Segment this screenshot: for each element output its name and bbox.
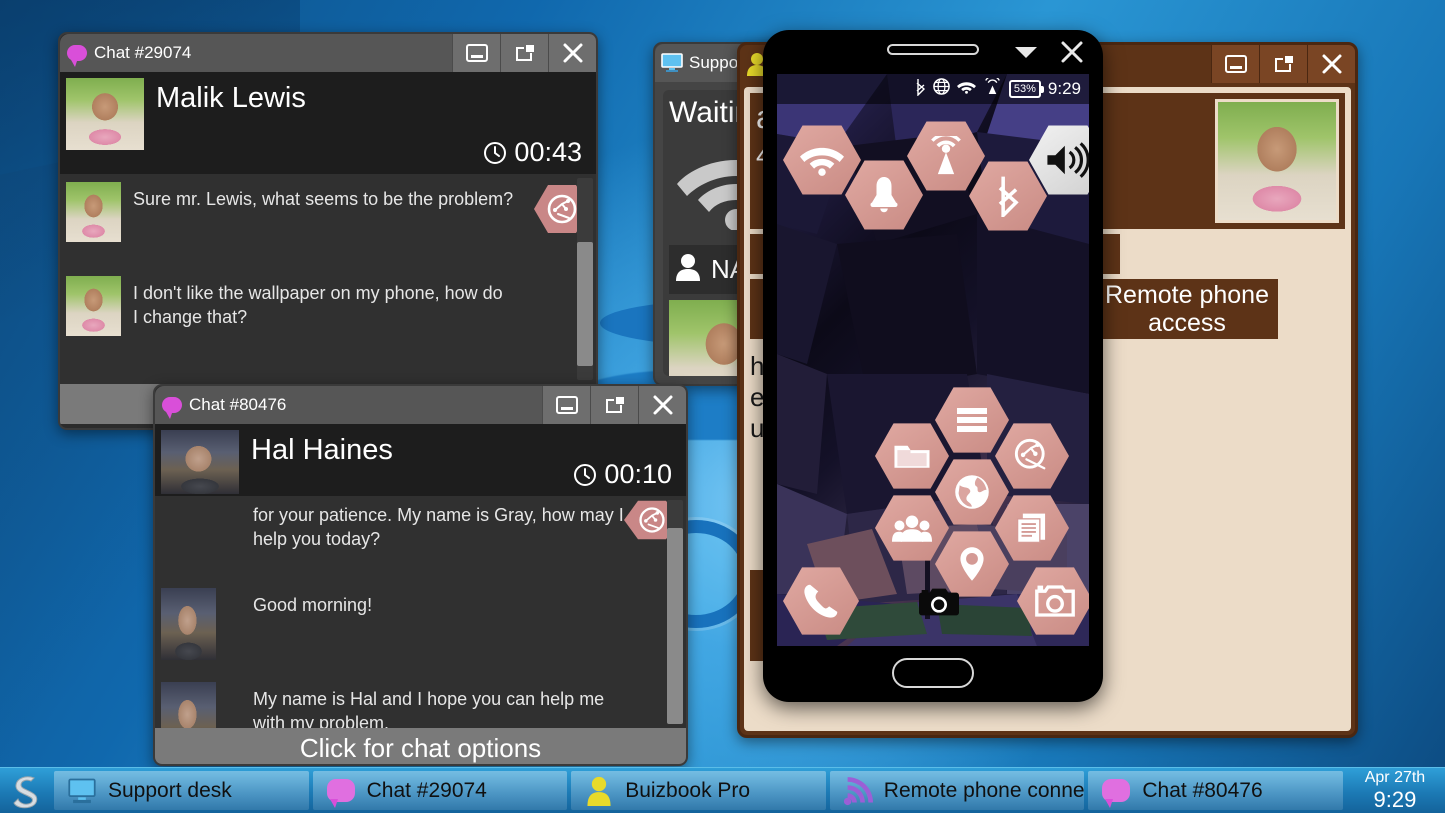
- taskbar-clock[interactable]: Apr 27th 9:29: [1345, 768, 1445, 813]
- chat-29074-timer: 00:43: [483, 137, 582, 168]
- avatar-placeholder: [161, 498, 216, 558]
- chat-message-text: Good morning!: [253, 595, 373, 615]
- chat-80476-timer: 00:10: [573, 459, 672, 490]
- wifi-icon: [956, 79, 976, 99]
- minimize-button[interactable]: [452, 34, 500, 72]
- chat-29074-messages[interactable]: Sure mr. Lewis, what seems to be the pro…: [60, 174, 596, 384]
- clock-icon: [573, 463, 597, 487]
- chat-80476-options-label: Click for chat options: [299, 732, 542, 763]
- minimize-button[interactable]: [1211, 45, 1259, 83]
- desktop-screen: Support desk Waiting NA: [0, 0, 1445, 813]
- taskbar-item-buizbook-pro[interactable]: Buizbook Pro: [571, 771, 826, 810]
- avatar: [66, 182, 121, 242]
- close-button[interactable]: [1051, 30, 1093, 74]
- phone-speaker-grille: [887, 44, 979, 55]
- taskbar-item-label: Chat #29074: [366, 778, 487, 802]
- chat-bubble-icon: [325, 779, 357, 808]
- chat-80476-options-button[interactable]: Click for chat options: [155, 728, 686, 764]
- maximize-button[interactable]: [1259, 45, 1307, 83]
- taskbar-item-label: Support desk: [108, 778, 232, 802]
- remote-phone-window[interactable]: 53% 9:29: [763, 30, 1103, 702]
- buizbook-contact-photo: [1215, 99, 1339, 223]
- chat-scrollbar[interactable]: [667, 500, 683, 724]
- chat-message-text: Sure mr. Lewis, what seems to be the pro…: [133, 189, 514, 209]
- taskbar-item-label: Chat #80476: [1142, 778, 1263, 802]
- taskbar-item-support-desk[interactable]: Support desk: [54, 771, 309, 810]
- battery-percent: 53%: [1013, 83, 1036, 95]
- chat-message: Sure mr. Lewis, what seems to be the pro…: [60, 174, 596, 242]
- chat-29074-timer-value: 00:43: [514, 137, 582, 167]
- app-logo-icon[interactable]: [0, 768, 52, 813]
- chat-80476-title: Chat #80476: [189, 395, 287, 414]
- chat-bubble-icon: [155, 386, 189, 424]
- phone-topbar: [763, 30, 1103, 74]
- taskbar-item-chat-80476[interactable]: Chat #80476: [1088, 771, 1343, 810]
- chat-80476-window-controls: [542, 386, 686, 424]
- chat-29074-header: Malik Lewis 00:43: [60, 72, 596, 174]
- taskbar-item-label: Remote phone conne...: [883, 778, 1085, 802]
- avatar: [161, 588, 216, 660]
- taskbar-date: Apr 27th: [1364, 768, 1426, 786]
- avatar: [161, 682, 216, 728]
- chat-bubble-icon: [60, 34, 94, 72]
- taskbar-time: 9:29: [1373, 787, 1417, 813]
- globe-icon: [933, 78, 950, 100]
- avatar: [66, 78, 144, 150]
- taskbar-item-label: Buizbook Pro: [625, 778, 751, 802]
- chat-29074-window-controls: [452, 34, 596, 72]
- battery-indicator: 53%: [1008, 80, 1044, 98]
- chat-29074-title: Chat #29074: [94, 43, 192, 62]
- chat-message-text: My name is Hal and I hope you can help m…: [253, 689, 605, 728]
- phone-screen[interactable]: 53% 9:29: [777, 74, 1089, 646]
- chat-message: My name is Hal and I hope you can help m…: [155, 674, 686, 728]
- taskbar: Support desk Chat #29074 Buizbook Pro Re…: [0, 767, 1445, 813]
- maximize-button[interactable]: [500, 34, 548, 72]
- chat-message: I don't like the wallpaper on my phone, …: [60, 268, 596, 336]
- taskbar-item-remote-phone[interactable]: Remote phone conne...: [829, 771, 1085, 810]
- chat-message-text: for your patience. My name is Gray, how …: [253, 505, 624, 549]
- taskbar-item-chat-29074[interactable]: Chat #29074: [312, 771, 568, 810]
- chat-message: Good morning!: [155, 580, 686, 660]
- minimize-button[interactable]: [542, 386, 590, 424]
- chat-bubble-icon: [1100, 779, 1132, 808]
- signal-icon: [842, 776, 874, 806]
- person-icon: [675, 253, 701, 286]
- phone-status-bar: 53% 9:29: [777, 74, 1089, 104]
- avatar: [66, 276, 121, 336]
- chat-scrollbar-thumb[interactable]: [667, 528, 683, 724]
- collapse-button[interactable]: [1005, 30, 1047, 74]
- avatar: [161, 430, 239, 494]
- chat-scrollbar-thumb[interactable]: [577, 242, 593, 366]
- cell-tower-icon: [983, 75, 1002, 100]
- chat-message-text: I don't like the wallpaper on my phone, …: [133, 283, 503, 327]
- maximize-button[interactable]: [590, 386, 638, 424]
- close-button[interactable]: [548, 34, 596, 72]
- chat-scrollbar[interactable]: [577, 178, 593, 380]
- chat-80476-timer-value: 00:10: [604, 459, 672, 489]
- chat-80476-contact-name: Hal Haines: [251, 434, 393, 466]
- chat-29074-contact-name: Malik Lewis: [156, 82, 306, 114]
- chat-80476-header: Hal Haines 00:10: [155, 424, 686, 496]
- close-button[interactable]: [638, 386, 686, 424]
- monitor-icon: [655, 44, 689, 82]
- chat-29074-titlebar[interactable]: Chat #29074: [60, 34, 596, 72]
- close-button[interactable]: [1307, 45, 1355, 83]
- bluetooth-icon: [915, 78, 926, 101]
- buizbook-remote-phone-access-button[interactable]: Remote phone access: [1096, 279, 1278, 339]
- chat-80476-messages[interactable]: for your patience. My name is Gray, how …: [155, 496, 686, 728]
- chat-message: for your patience. My name is Gray, how …: [155, 496, 686, 558]
- monitor-icon: [66, 778, 98, 804]
- phone-clock: 9:29: [1047, 79, 1081, 98]
- buizbook-window-controls: [1211, 45, 1355, 83]
- person-icon: [583, 776, 615, 806]
- chat-window-29074[interactable]: Chat #29074 Malik Lewis 00:43 Sure mr. L…: [58, 32, 598, 430]
- chat-80476-titlebar[interactable]: Chat #80476: [155, 386, 686, 424]
- clock-icon: [483, 141, 507, 165]
- phone-home-button[interactable]: [892, 658, 974, 688]
- chat-window-80476[interactable]: Chat #80476 Hal Haines 00:10 for your pa…: [153, 384, 688, 766]
